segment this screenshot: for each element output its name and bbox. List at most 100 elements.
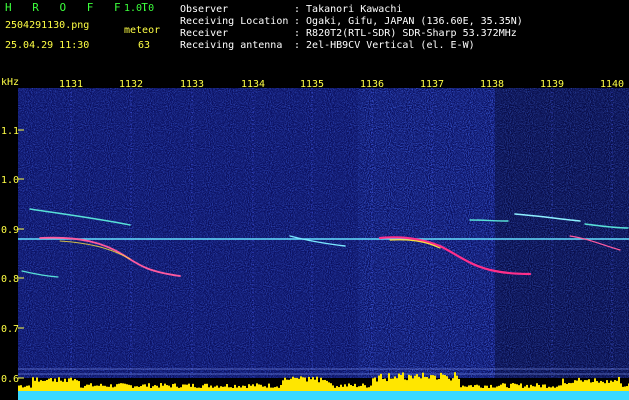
level-bar xyxy=(552,386,554,391)
level-bar xyxy=(270,387,272,391)
level-bar xyxy=(50,377,52,391)
level-bar xyxy=(170,387,172,391)
y-tick-1.0: 1.0 xyxy=(1,175,19,186)
baseline-strip xyxy=(18,391,629,400)
level-bar xyxy=(202,385,204,391)
level-bar xyxy=(468,385,470,391)
level-bar xyxy=(516,384,518,391)
level-bar xyxy=(592,382,594,391)
level-bar xyxy=(362,383,364,391)
level-bar xyxy=(290,378,292,391)
noise-shade-right xyxy=(495,88,629,378)
level-bar xyxy=(120,383,122,391)
level-bar xyxy=(334,387,336,391)
level-bar xyxy=(414,375,416,391)
level-bar xyxy=(472,386,474,391)
level-bar xyxy=(620,383,622,391)
level-bar xyxy=(484,385,486,391)
level-bar xyxy=(18,385,20,391)
level-bar xyxy=(444,375,446,391)
level-bar xyxy=(388,373,390,391)
level-bar xyxy=(336,386,338,391)
level-bar xyxy=(360,385,362,391)
level-bar xyxy=(390,378,392,391)
level-bar xyxy=(328,382,330,391)
level-bar xyxy=(580,380,582,391)
level-bar xyxy=(224,386,226,391)
level-bar xyxy=(230,387,232,391)
level-bar xyxy=(24,386,26,391)
level-bar xyxy=(464,386,466,391)
level-bar xyxy=(568,382,570,391)
level-bar xyxy=(396,378,398,391)
level-bar xyxy=(64,378,66,391)
level-bar xyxy=(454,372,456,391)
level-bar xyxy=(590,382,592,391)
level-bar xyxy=(158,387,160,391)
level-bar xyxy=(432,375,434,391)
level-bar xyxy=(206,383,208,391)
level-bar xyxy=(278,387,280,391)
level-bar xyxy=(104,385,106,391)
level-bar xyxy=(96,385,98,391)
level-bar xyxy=(558,385,560,391)
level-bar xyxy=(70,377,72,391)
level-bar xyxy=(214,386,216,391)
level-bar xyxy=(268,383,270,391)
level-bar xyxy=(66,381,68,391)
level-bar xyxy=(316,376,318,391)
level-bar xyxy=(374,377,376,391)
level-bar xyxy=(190,386,192,391)
level-bar xyxy=(196,387,198,391)
level-bar xyxy=(406,380,408,391)
level-bar xyxy=(338,387,340,391)
x-tick-1138: 1138 xyxy=(480,79,504,90)
level-bar xyxy=(90,383,92,391)
level-bar xyxy=(166,385,168,391)
level-bar xyxy=(92,386,94,391)
level-bar xyxy=(116,384,118,391)
receiver-label: Receiver xyxy=(180,28,229,39)
level-bar xyxy=(76,380,78,391)
level-bar xyxy=(232,387,234,391)
level-bar xyxy=(566,384,568,391)
level-bar xyxy=(274,387,276,391)
level-bar xyxy=(314,379,316,391)
level-bar xyxy=(108,386,110,391)
level-bar xyxy=(284,377,286,391)
level-bar xyxy=(180,387,182,391)
level-bar xyxy=(610,380,612,391)
level-bar xyxy=(352,386,354,391)
level-bar xyxy=(282,380,284,391)
level-bar xyxy=(222,386,224,391)
level-bar xyxy=(554,387,556,391)
level-bar xyxy=(30,387,32,391)
level-bar xyxy=(36,377,38,391)
level-bar xyxy=(586,380,588,391)
level-bar xyxy=(426,376,428,391)
level-bar xyxy=(88,384,90,391)
level-bar xyxy=(192,383,194,391)
level-bar xyxy=(408,374,410,391)
level-bar xyxy=(520,383,522,391)
level-bar xyxy=(288,379,290,391)
level-bar xyxy=(136,386,138,391)
level-bar xyxy=(318,382,320,391)
level-bar xyxy=(304,377,306,391)
level-bar xyxy=(548,386,550,391)
level-bar xyxy=(538,385,540,391)
level-bar xyxy=(480,387,482,391)
location-value: : Ogaki, Gifu, JAPAN (136.60E, 35.35N) xyxy=(294,16,523,27)
level-bar xyxy=(254,386,256,391)
level-bar xyxy=(378,375,380,391)
level-bar xyxy=(208,387,210,391)
level-bar xyxy=(140,386,142,391)
level-bar xyxy=(298,378,300,391)
level-bar xyxy=(344,384,346,391)
level-bar xyxy=(600,380,602,391)
level-bar xyxy=(44,380,46,391)
level-bar xyxy=(512,383,514,391)
level-bar xyxy=(462,385,464,391)
x-tick-1132: 1132 xyxy=(119,79,143,90)
level-bar xyxy=(34,380,36,391)
